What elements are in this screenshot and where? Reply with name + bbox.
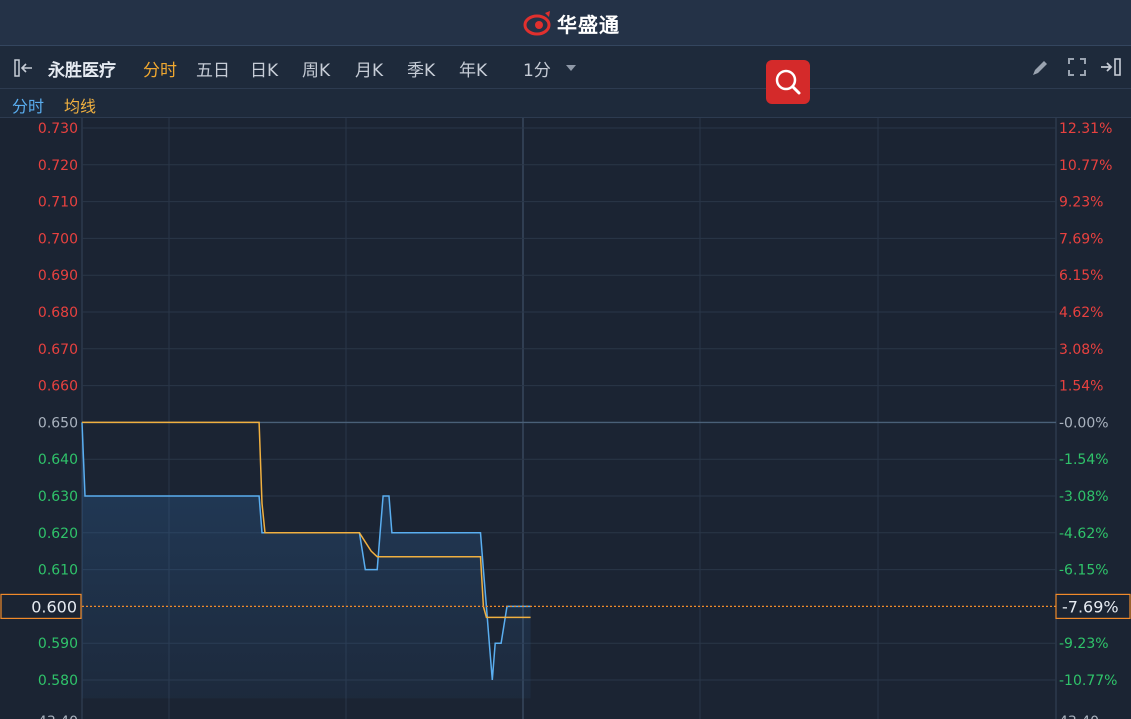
y-tick-label: 0.670 [38, 342, 78, 358]
y-tick-label: 0.620 [38, 526, 78, 542]
brand-logo-icon [523, 11, 551, 36]
pct-tick-label: 10.77% [1059, 158, 1112, 174]
brand-name: 华盛通 [557, 12, 620, 37]
y-tick-label: 0.590 [38, 636, 78, 652]
pct-tick-label: -6.15% [1059, 563, 1109, 579]
pct-tick-label: 12.31% [1059, 121, 1112, 137]
pct-tick-label: 1.54% [1059, 379, 1103, 395]
toolbar: 永胜医疗 分时 五日 日K 周K 月K 季K 年K 1分 [0, 46, 1131, 89]
fullscreen-icon[interactable] [1067, 57, 1087, 77]
pct-tick-label: -1.54% [1059, 452, 1109, 468]
pencil-icon[interactable] [1029, 57, 1051, 79]
y-tick-label: 0.730 [38, 121, 78, 137]
brand: 华盛通 [523, 9, 620, 37]
pct-tick-label: -3.08% [1059, 489, 1109, 505]
pct-tick-label: 9.23% [1059, 195, 1103, 211]
current-price-label: 0.600 [31, 597, 77, 616]
y-tick-label: 0.640 [38, 452, 78, 468]
y-tick-label: 0.720 [38, 158, 78, 174]
pct-tick-label: 3.08% [1059, 342, 1103, 358]
legend-price: 分时 [12, 97, 45, 116]
pct-tick-label: -9.23% [1059, 636, 1109, 652]
chevron-down-icon[interactable] [565, 64, 577, 72]
price-area [82, 422, 531, 699]
tab-quarterly-k[interactable]: 季K [407, 56, 435, 81]
y-tick-label: 0.610 [38, 563, 78, 579]
pct-tick-label: 4.62% [1059, 305, 1103, 321]
y-tick-label: 0.580 [38, 673, 78, 689]
y-tick-label: 0.680 [38, 305, 78, 321]
y-tick-label: 0.630 [38, 489, 78, 505]
collapse-sidebar-icon[interactable] [14, 59, 36, 77]
search-button[interactable] [766, 60, 810, 104]
y-tick-label: 0.650 [38, 415, 78, 431]
y-tick-label: 0.710 [38, 195, 78, 211]
exit-panel-icon[interactable] [1099, 57, 1123, 77]
tab-weekly-k[interactable]: 周K [302, 56, 330, 81]
tab-yearly-k[interactable]: 年K [459, 56, 487, 81]
pct-tick-label: 7.69% [1059, 231, 1103, 247]
legend-bar: 分时 均线 [0, 89, 1131, 118]
y-tick-label: 0.690 [38, 268, 78, 284]
volume-axis-label-right: 43.40 [1059, 714, 1099, 719]
volume-axis-label: 43.40 [38, 714, 78, 719]
y-tick-label: 0.700 [38, 231, 78, 247]
y-tick-label: 0.660 [38, 379, 78, 395]
title-bar: 华盛通 [0, 0, 1131, 46]
stock-name: 永胜医疗 [48, 61, 116, 81]
interval-select[interactable]: 1分 [523, 56, 551, 81]
tab-monthly-k[interactable]: 月K [355, 56, 383, 81]
search-icon [775, 69, 801, 95]
pct-tick-label: -0.00% [1059, 415, 1109, 431]
pct-tick-label: 6.15% [1059, 268, 1103, 284]
legend-average: 均线 [64, 97, 97, 116]
pct-tick-label: -4.62% [1059, 526, 1109, 542]
tab-intraday[interactable]: 分时 [143, 56, 177, 81]
pct-tick-label: -10.77% [1059, 673, 1117, 689]
tab-five-day[interactable]: 五日 [196, 56, 230, 81]
current-pct-label: -7.69% [1062, 597, 1119, 616]
intraday-chart: 0.730 12.31% 0.720 10.77% 0.710 9.23% 0.700 7.6… [0, 118, 1131, 719]
tab-daily-k[interactable]: 日K [250, 56, 278, 81]
